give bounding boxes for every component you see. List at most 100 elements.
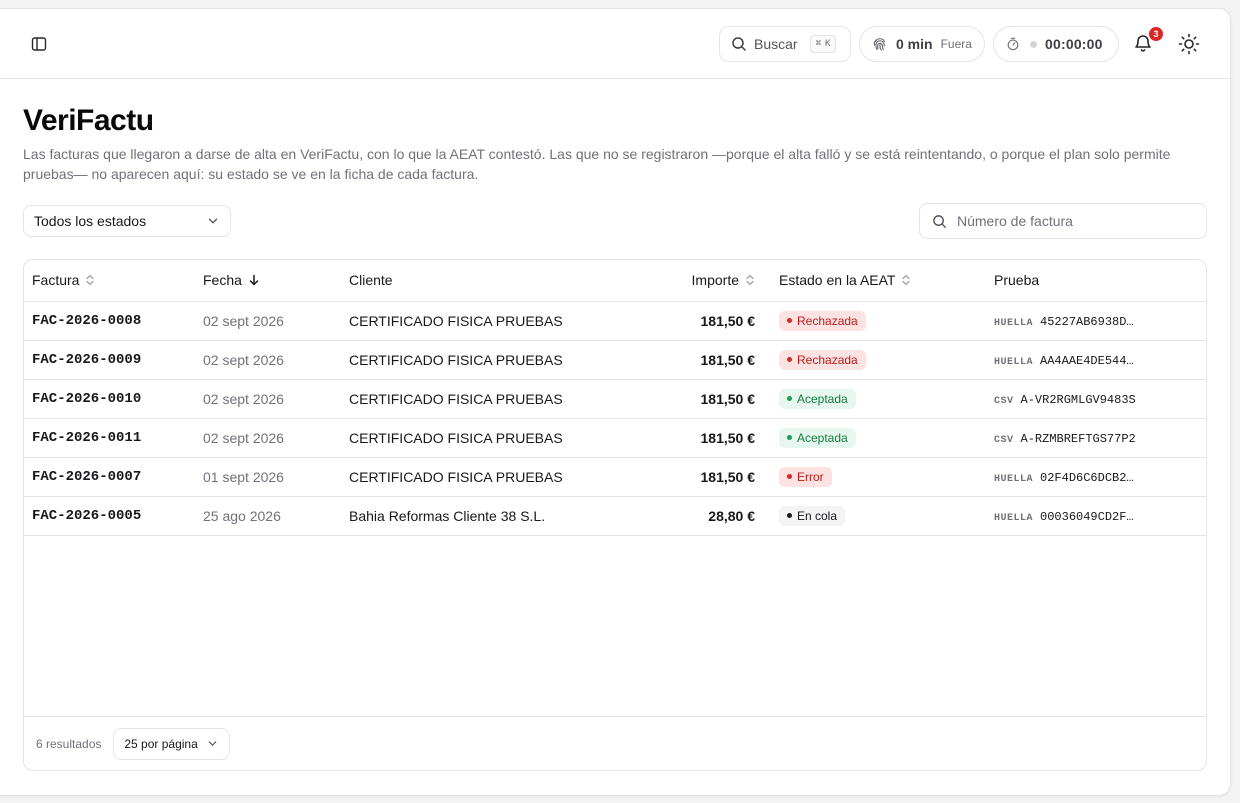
status-badge: Rechazada (779, 310, 866, 331)
status-cell: Rechazada (771, 340, 986, 380)
status-badge: Aceptada (779, 427, 856, 448)
proof-kind: HUELLA (994, 318, 1034, 329)
sun-icon[interactable] (1177, 32, 1201, 56)
column-header-date[interactable]: Fecha (195, 260, 341, 302)
column-header-amount[interactable]: Importe (601, 260, 771, 302)
invoice-date: 02 sept 2026 (195, 340, 341, 380)
status-dot (787, 357, 792, 363)
table-row[interactable]: FAC-2026-0005 25 ago 2026 Bahia Reformas C… (24, 496, 1206, 536)
invoice-amount: 181,50 € (601, 340, 771, 380)
client-name: CERTIFICADO FISICA PRUEBAS (341, 340, 601, 380)
proof-cell: CSV A-VR2RGMLGV9483S (986, 379, 1206, 419)
proof-kind: CSV (994, 435, 1014, 446)
status-label: Rechazada (797, 352, 858, 367)
invoice-date: 02 sept 2026 (195, 301, 341, 341)
invoice-amount: 181,50 € (601, 301, 771, 341)
invoices-table: Factura Fecha Cliente Importe Estado en … (23, 259, 1207, 771)
status-cell: Aceptada (771, 418, 986, 458)
status-cell: En cola (771, 496, 986, 536)
status-dot (787, 396, 792, 402)
page-title: VeriFactu (23, 104, 154, 137)
top-bar: Buscar ⌘ K 0 min Fuera 00:00:00 3 (0, 9, 1230, 79)
status-label: Aceptada (797, 391, 848, 406)
worktime-value: 0 min (896, 36, 933, 52)
column-header-proof: Prueba (986, 260, 1206, 302)
arrow-down-icon (248, 274, 260, 286)
timer-value: 00:00:00 (1045, 36, 1103, 52)
status-cell: Error (771, 457, 986, 497)
fingerprint-icon (872, 36, 888, 52)
client-name: CERTIFICADO FISICA PRUEBAS (341, 379, 601, 419)
status-label: Aceptada (797, 430, 848, 445)
status-dot (787, 513, 792, 519)
sidebar-toggle-icon[interactable] (28, 33, 50, 55)
search-shortcut: ⌘ K (809, 35, 837, 53)
invoice-amount: 181,50 € (601, 457, 771, 497)
client-name: CERTIFICADO FISICA PRUEBAS (341, 418, 601, 458)
status-badge: Aceptada (779, 388, 856, 409)
table-row[interactable]: FAC-2026-0010 02 sept 2026 CERTIFICADO FIS… (24, 379, 1206, 419)
status-filter-value: Todos los estados (34, 213, 147, 229)
stopwatch-icon (1006, 37, 1020, 51)
timer-button[interactable]: 00:00:00 (993, 26, 1119, 62)
proof-cell: HUELLA AA4AAE4DE544… (986, 340, 1206, 380)
search-icon (932, 214, 947, 229)
table-row[interactable]: FAC-2026-0008 02 sept 2026 CERTIFICADO FIS… (24, 301, 1206, 341)
table-row[interactable]: FAC-2026-0009 02 sept 2026 CERTIFICADO FIS… (24, 340, 1206, 380)
status-cell: Aceptada (771, 379, 986, 419)
table-row[interactable]: FAC-2026-0007 01 sept 2026 CERTIFICADO FIS… (24, 457, 1206, 497)
invoice-search-input[interactable] (957, 213, 1197, 229)
column-header-client: Cliente (341, 260, 601, 302)
client-name: Bahia Reformas Cliente 38 S.L. (341, 496, 601, 536)
proof-cell: CSV A-RZMBREFTGS77P2 (986, 418, 1206, 458)
proof-value: A-VR2RGMLGV9483S (1020, 393, 1136, 407)
invoice-number[interactable]: FAC-2026-0008 (24, 301, 195, 341)
invoice-search-field[interactable] (919, 203, 1207, 239)
client-name: CERTIFICADO FISICA PRUEBAS (341, 301, 601, 341)
invoice-date: 02 sept 2026 (195, 418, 341, 458)
proof-cell: HUELLA 00036049CD2F… (986, 496, 1206, 536)
sort-icon (901, 274, 911, 286)
status-dot (787, 435, 792, 441)
table-header-row: Factura Fecha Cliente Importe Estado en … (24, 260, 1206, 302)
column-header-invoice[interactable]: Factura (24, 260, 195, 302)
proof-kind: HUELLA (994, 513, 1034, 524)
status-badge: Error (779, 466, 832, 487)
invoice-number[interactable]: FAC-2026-0010 (24, 379, 195, 419)
app-window: Buscar ⌘ K 0 min Fuera 00:00:00 3 VeriFa… (0, 8, 1231, 796)
status-filter-select[interactable]: Todos los estados (23, 205, 231, 237)
global-search-button[interactable]: Buscar ⌘ K (719, 26, 851, 62)
page-description: Las facturas que llegaron a darse de alt… (23, 146, 1171, 182)
status-label: Rechazada (797, 313, 858, 328)
status-dot (787, 318, 792, 324)
invoice-amount: 181,50 € (601, 418, 771, 458)
status-badge: Rechazada (779, 349, 866, 370)
invoice-date: 01 sept 2026 (195, 457, 341, 497)
proof-value: A-RZMBREFTGS77P2 (1020, 432, 1136, 446)
worktime-button[interactable]: 0 min Fuera (859, 26, 985, 62)
invoice-number[interactable]: FAC-2026-0011 (24, 418, 195, 458)
invoice-number[interactable]: FAC-2026-0007 (24, 457, 195, 497)
results-count: 6 resultados (36, 736, 102, 751)
table-row[interactable]: FAC-2026-0011 02 sept 2026 CERTIFICADO FIS… (24, 418, 1206, 458)
invoice-number[interactable]: FAC-2026-0009 (24, 340, 195, 380)
sort-icon (85, 274, 95, 286)
invoice-amount: 28,80 € (601, 496, 771, 536)
chevron-down-icon (206, 737, 219, 750)
column-header-status[interactable]: Estado en la AEAT (771, 260, 986, 302)
proof-kind: CSV (994, 396, 1014, 407)
proof-cell: HUELLA 02F4D6C6DCB2… (986, 457, 1206, 497)
invoice-number[interactable]: FAC-2026-0005 (24, 496, 195, 536)
sort-icon (745, 274, 755, 286)
per-page-select[interactable]: 25 por página (113, 727, 230, 760)
invoice-amount: 181,50 € (601, 379, 771, 419)
proof-kind: HUELLA (994, 474, 1034, 485)
status-cell: Rechazada (771, 301, 986, 341)
status-dot (787, 474, 792, 480)
proof-value: 02F4D6C6DCB2… (1040, 471, 1134, 485)
timer-status-dot (1030, 40, 1037, 48)
table-footer: 6 resultados 25 por página (24, 716, 1206, 770)
proof-value: 00036049CD2F… (1040, 510, 1134, 524)
chevron-down-icon (206, 214, 220, 228)
search-label: Buscar (754, 36, 798, 52)
